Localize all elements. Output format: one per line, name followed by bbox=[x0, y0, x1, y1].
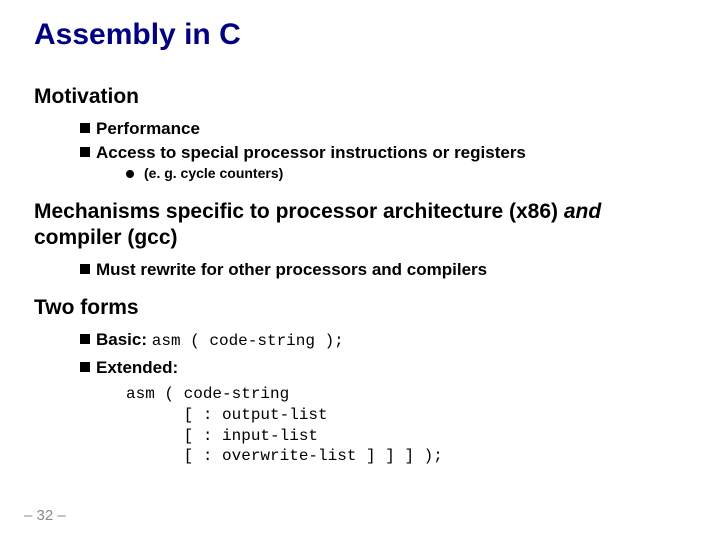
motivation-sublist: (e. g. cycle counters) bbox=[34, 165, 686, 181]
square-bullet-icon bbox=[80, 362, 90, 372]
mechanisms-list: Must rewrite for other processors and co… bbox=[34, 259, 686, 280]
section-motivation-heading: Motivation bbox=[34, 84, 686, 110]
list-item-text: Extended: bbox=[96, 357, 178, 378]
motivation-list: Performance Access to special processor … bbox=[34, 118, 686, 163]
square-bullet-icon bbox=[80, 123, 90, 133]
list-item: Basic: asm ( code-string ); bbox=[80, 329, 686, 351]
twoforms-list: Basic: asm ( code-string ); Extended: bbox=[34, 329, 686, 378]
basic-label: Basic: bbox=[96, 330, 152, 349]
list-item: Access to special processor instructions… bbox=[80, 142, 686, 163]
basic-code: asm ( code-string ); bbox=[152, 332, 344, 350]
dot-bullet-icon bbox=[126, 170, 134, 178]
list-item-text: Performance bbox=[96, 118, 200, 139]
square-bullet-icon bbox=[80, 334, 90, 344]
heading-part: Mechanisms specific to processor archite… bbox=[34, 200, 564, 223]
list-item: Must rewrite for other processors and co… bbox=[80, 259, 686, 280]
section-mechanisms-heading: Mechanisms specific to processor archite… bbox=[34, 199, 686, 252]
page-number: – 32 – bbox=[24, 507, 66, 524]
list-item-text: Access to special processor instructions… bbox=[96, 142, 526, 163]
list-item-text: Basic: asm ( code-string ); bbox=[96, 329, 344, 351]
square-bullet-icon bbox=[80, 147, 90, 157]
sublist-item-text: (e. g. cycle counters) bbox=[144, 165, 283, 181]
list-item-text: Must rewrite for other processors and co… bbox=[96, 259, 487, 280]
list-item: Extended: bbox=[80, 357, 686, 378]
list-item: Performance bbox=[80, 118, 686, 139]
slide-title: Assembly in C bbox=[34, 18, 686, 52]
section-twoforms-heading: Two forms bbox=[34, 295, 686, 321]
square-bullet-icon bbox=[80, 264, 90, 274]
extended-code-block: asm ( code-string [ : output-list [ : in… bbox=[34, 384, 686, 467]
heading-part: compiler (gcc) bbox=[34, 226, 178, 249]
heading-italic: and bbox=[564, 200, 601, 223]
sublist-item: (e. g. cycle counters) bbox=[126, 165, 686, 181]
